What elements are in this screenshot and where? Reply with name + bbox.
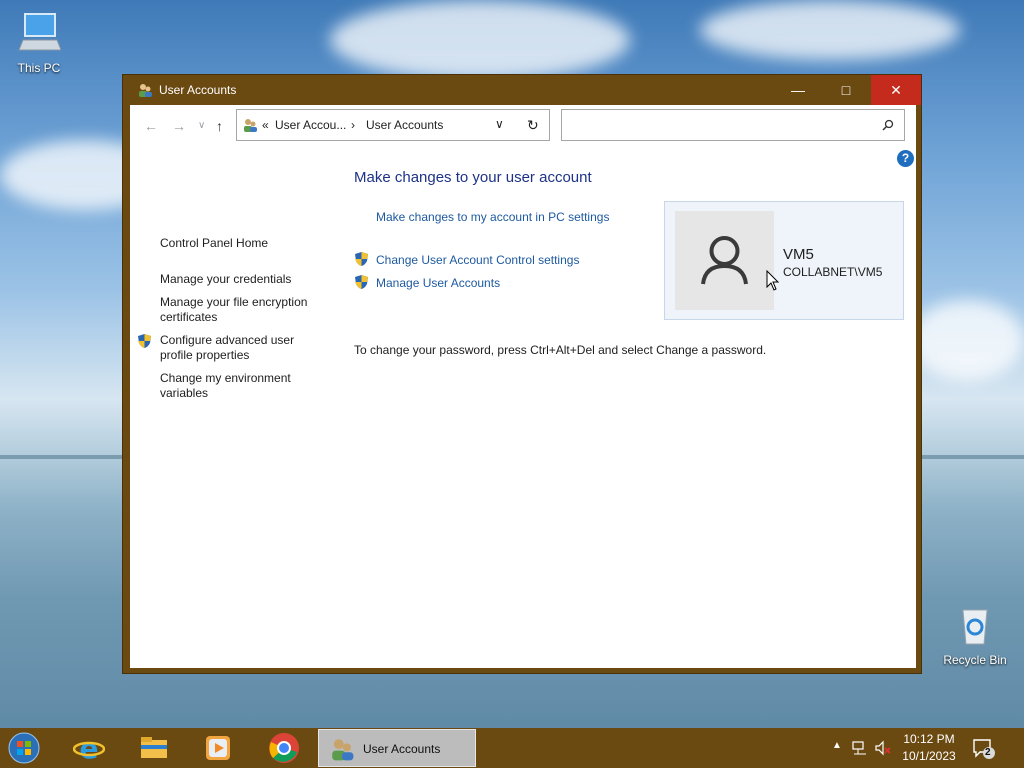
user-accounts-icon xyxy=(139,84,152,97)
pc-settings-link[interactable]: Make changes to my account in PC setting… xyxy=(376,210,609,224)
mouse-cursor-icon xyxy=(766,270,780,291)
cloud xyxy=(330,0,630,80)
search-input[interactable] xyxy=(566,115,866,135)
show-hidden-icons-chevron-icon[interactable]: ▲ xyxy=(832,740,842,751)
back-arrow-icon[interactable]: ← xyxy=(144,118,158,134)
taskbar: e User Accounts ▲ 10:12 PM 10/1/2023 2 xyxy=(0,728,1024,768)
page-title: Make changes to your user account xyxy=(354,169,592,186)
avatar xyxy=(675,211,774,310)
recycle-bin-label: Recycle Bin xyxy=(943,653,1007,667)
network-icon[interactable] xyxy=(852,740,868,756)
user-account-tile[interactable]: VM5 COLLABNET\VM5 xyxy=(664,201,904,320)
refresh-icon[interactable]: ↻ xyxy=(527,117,539,134)
user-accounts-icon xyxy=(244,119,257,132)
speaker-muted-icon[interactable] xyxy=(874,740,892,756)
user-accounts-window: User Accounts ― □ ✕ ← → ∨ ↑ « User Accou… xyxy=(122,74,922,674)
monitor-icon xyxy=(18,13,62,51)
breadcrumb-separator-icon: › xyxy=(351,118,355,132)
configure-advanced-profile-link[interactable]: Configure advanced user profile properti… xyxy=(160,333,320,363)
minimize-button[interactable]: ― xyxy=(775,75,821,105)
chrome-icon[interactable] xyxy=(268,732,300,764)
clock-date: 10/1/2023 xyxy=(902,749,956,763)
search-box[interactable] xyxy=(561,109,905,141)
svg-text:e: e xyxy=(80,732,99,764)
close-button[interactable]: ✕ xyxy=(871,75,921,105)
user-accounts-icon xyxy=(332,739,354,761)
this-pc-desktop-icon[interactable]: This PC xyxy=(4,10,74,75)
uac-shield-icon xyxy=(355,275,368,289)
uac-shield-icon xyxy=(355,252,368,266)
recycle-bin-icon xyxy=(962,609,988,645)
this-pc-label: This PC xyxy=(17,61,61,75)
manage-file-encryption-link[interactable]: Manage your file encryption certificates xyxy=(160,295,320,325)
up-arrow-icon[interactable]: ↑ xyxy=(216,118,223,134)
user-name: VM5 xyxy=(783,246,814,263)
search-icon xyxy=(882,119,894,131)
maximize-button[interactable]: □ xyxy=(823,75,869,105)
user-silhouette-icon xyxy=(701,236,748,285)
user-domain: COLLABNET\VM5 xyxy=(783,265,883,279)
recycle-bin-desktop-icon[interactable]: Recycle Bin xyxy=(940,602,1010,667)
window-title: User Accounts xyxy=(159,83,237,97)
address-dropdown-chevron-icon[interactable]: ∨ xyxy=(495,117,504,131)
manage-credentials-link[interactable]: Manage your credentials xyxy=(160,272,320,287)
notification-count-badge: 2 xyxy=(985,747,991,758)
media-player-icon[interactable] xyxy=(202,732,234,764)
help-icon[interactable]: ? xyxy=(897,150,914,167)
cloud xyxy=(700,0,960,60)
forward-arrow-icon[interactable]: → xyxy=(172,118,186,134)
internet-explorer-icon[interactable]: e xyxy=(73,732,105,764)
breadcrumb-user-accounts[interactable]: User Accounts xyxy=(366,118,443,132)
action-center-icon[interactable] xyxy=(972,738,996,760)
manage-user-accounts-link[interactable]: Manage User Accounts xyxy=(376,276,500,290)
uac-settings-link[interactable]: Change User Account Control settings xyxy=(376,253,579,267)
cloud xyxy=(910,300,1024,380)
start-button-icon[interactable] xyxy=(8,732,40,764)
taskbar-user-accounts-button[interactable]: User Accounts xyxy=(318,729,476,767)
address-bar[interactable]: « User Accou... › User Accounts ∨ ↻ xyxy=(236,109,550,141)
uac-shield-icon xyxy=(138,334,151,348)
file-explorer-icon[interactable] xyxy=(138,732,170,764)
control-panel-home-link[interactable]: Control Panel Home xyxy=(160,236,320,251)
taskbar-task-label: User Accounts xyxy=(363,742,441,756)
window-client-area: ← → ∨ ↑ « User Accou... › User Accounts … xyxy=(130,105,916,668)
change-environment-variables-link[interactable]: Change my environment variables xyxy=(160,371,320,401)
taskbar-clock[interactable]: 10:12 PM 10/1/2023 xyxy=(892,731,966,765)
clock-time: 10:12 PM xyxy=(903,732,955,746)
password-change-hint: To change your password, press Ctrl+Alt+… xyxy=(354,343,767,357)
breadcrumb-overflow[interactable]: « xyxy=(262,118,269,132)
breadcrumb-user-accounts-parent[interactable]: User Accou... xyxy=(275,118,346,132)
recent-locations-chevron-icon[interactable]: ∨ xyxy=(198,120,205,131)
title-bar[interactable]: User Accounts ― □ ✕ xyxy=(123,75,921,105)
